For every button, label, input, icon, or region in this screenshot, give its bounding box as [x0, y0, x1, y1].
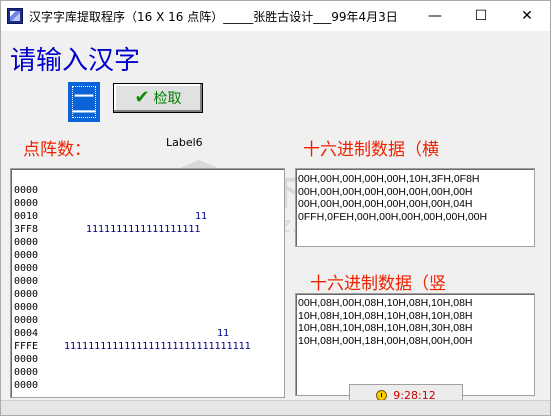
- hex-line: 00H,08H,00H,08H,10H,08H,10H,08H: [298, 297, 473, 309]
- dot-row: 0000: [14, 198, 39, 209]
- hex-line: 10H,08H,10H,08H,10H,08H,30H,08H: [298, 322, 473, 334]
- dot-row: 0000: [14, 185, 39, 196]
- hex-line: 10H,08H,00H,18H,00H,08H,00H,00H: [298, 334, 473, 347]
- dot-row: 0000: [14, 302, 39, 313]
- dot-row: 0000: [14, 380, 39, 391]
- hex-horizontal-memo[interactable]: 00H,00H,00H,00H,00H,10H,3FH,0F8H 00H,00H…: [295, 168, 535, 247]
- dot-matrix-list[interactable]: 0000 0000 0010 11 3FF8 1111111111111111111…: [10, 168, 285, 398]
- hex-line: 00H,00H,00H,00H,00H,10H,3FH,0F8H: [298, 173, 480, 185]
- close-button[interactable]: ✕: [504, 1, 550, 31]
- dot-row: 0000: [14, 237, 39, 248]
- hex-line: 10H,08H,10H,08H,10H,08H,10H,08H: [298, 309, 473, 322]
- dot-row: 0000: [14, 263, 39, 274]
- title-bar[interactable]: 汉字字库提取程序（16 X 16 点阵）_____张胜古设计___99年4月3日…: [1, 1, 550, 31]
- dot-row: 0000: [14, 354, 39, 365]
- maximize-button[interactable]: ☐: [458, 1, 504, 31]
- dot-row: 0000: [14, 367, 39, 378]
- label6: Label6: [166, 136, 203, 149]
- dot-row: 0004 11: [14, 328, 230, 339]
- query-button-label: 检取: [153, 91, 182, 107]
- hex-line: 0FFH,0FEH,00H,00H,00H,00H,00H,00H: [298, 210, 488, 223]
- dot-row: FFFE 1111111111111111111111111111111: [14, 341, 251, 352]
- hex-line: 00H,00H,00H,00H,00H,00H,00H,00H: [298, 185, 473, 198]
- dot-row: 0000: [14, 315, 39, 326]
- dot-matrix-label: 点阵数：: [23, 140, 91, 160]
- query-button[interactable]: ✔ 检取: [113, 83, 203, 113]
- main-window: 汉字字库提取程序（16 X 16 点阵）_____张胜古设计___99年4月3日…: [0, 0, 551, 416]
- dot-row: 0000: [14, 250, 39, 261]
- horizontal-scrollbar[interactable]: [1, 400, 550, 415]
- check-icon: ✔: [134, 87, 150, 108]
- hex-vertical-memo[interactable]: 00H,08H,00H,08H,10H,08H,10H,08H 10H,08H,…: [295, 293, 535, 396]
- dot-row: 0010 11: [14, 211, 208, 222]
- hex-vertical-label: 十六进制数据（竖: [310, 274, 446, 294]
- hex-horizontal-label: 十六进制数据（横: [303, 140, 439, 160]
- dot-row: 0000: [14, 276, 39, 287]
- dot-row: 0000: [14, 289, 39, 300]
- window-title: 汉字字库提取程序（16 X 16 点阵）_____张胜古设计___99年4月3日: [29, 10, 398, 24]
- clock-icon: [376, 389, 388, 401]
- page-heading: 请输入汉字: [10, 46, 141, 76]
- app-logo-icon: [7, 8, 23, 24]
- hex-line: 00H,00H,00H,00H,00H,00H,00H,04H: [298, 198, 473, 210]
- minimize-button[interactable]: —: [412, 1, 458, 31]
- hanzi-input[interactable]: 二: [68, 82, 100, 122]
- dot-row: 3FF8 1111111111111111111: [14, 224, 201, 235]
